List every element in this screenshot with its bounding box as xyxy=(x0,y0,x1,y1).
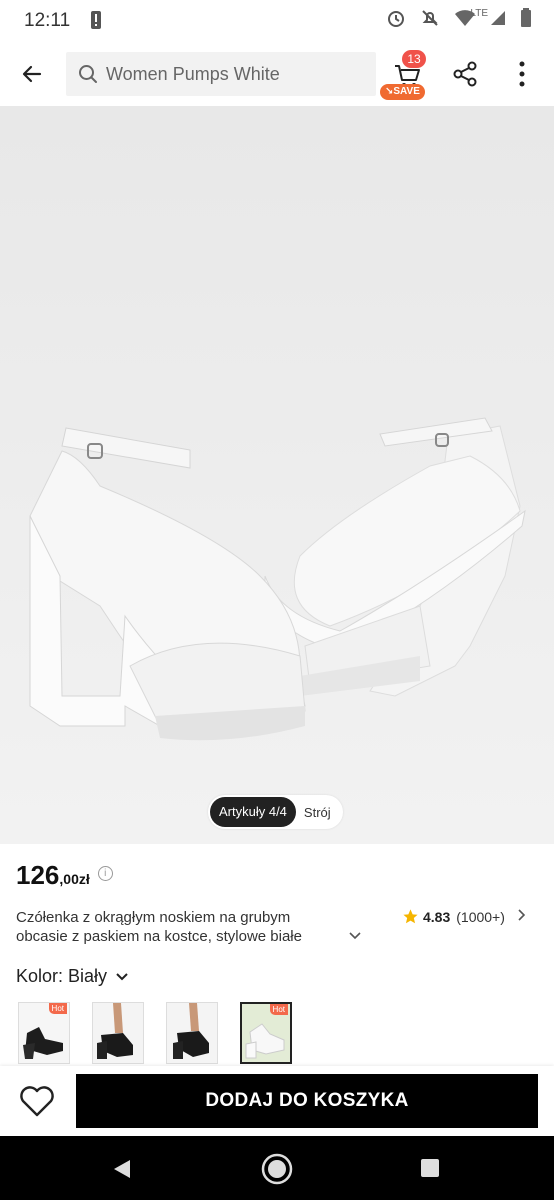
heart-icon xyxy=(20,1086,54,1117)
wishlist-button[interactable] xyxy=(16,1080,58,1122)
star-icon xyxy=(403,909,418,924)
color-thumbnails: Hot Hot xyxy=(18,1002,292,1064)
alert-icon xyxy=(90,10,102,35)
nav-recents-icon[interactable] xyxy=(420,1158,440,1183)
color-thumbnail[interactable]: Hot xyxy=(18,1002,70,1064)
black-shoe-on-foot-thumbnail xyxy=(93,1003,143,1063)
battery-icon xyxy=(520,8,532,33)
cart-count-badge: 13 xyxy=(402,50,426,68)
top-header: Women Pumps White 13 ↘SAVE xyxy=(0,42,554,106)
status-time: 12:11 xyxy=(24,10,71,31)
chevron-right-icon xyxy=(517,908,527,925)
add-to-cart-button[interactable]: DODAJ DO KOSZYKA xyxy=(76,1074,538,1128)
system-nav-bar xyxy=(0,1136,554,1200)
color-selector[interactable]: Kolor: Biały xyxy=(16,966,129,987)
nav-back-icon[interactable] xyxy=(112,1158,132,1185)
hot-badge: Hot xyxy=(269,1004,288,1015)
tab-items-counter[interactable]: Artykuły 4/4 xyxy=(210,797,296,827)
rating-count: (1000+) xyxy=(456,908,505,925)
rating-summary[interactable]: 4.83 (1000+) xyxy=(402,908,527,925)
save-badge: ↘SAVE xyxy=(380,84,425,100)
price: 126 ,00zł i xyxy=(16,860,113,891)
nav-home-icon[interactable] xyxy=(260,1152,294,1191)
more-vertical-icon xyxy=(519,61,525,87)
back-button[interactable] xyxy=(14,56,50,92)
tab-outfit[interactable]: Strój xyxy=(298,805,343,820)
color-thumbnail-selected[interactable]: Hot xyxy=(240,1002,292,1064)
hot-badge: Hot xyxy=(48,1003,67,1014)
search-bar[interactable]: Women Pumps White xyxy=(66,52,376,96)
rating-value: 4.83 xyxy=(423,908,451,925)
mute-icon xyxy=(420,8,440,33)
gallery-tabs: Artykuły 4/4 Strój xyxy=(208,795,343,829)
chevron-down-icon xyxy=(116,972,128,980)
product-title[interactable]: Czółenka z okrągłym noskiem na grubym ob… xyxy=(16,908,346,948)
color-thumbnail[interactable] xyxy=(166,1002,218,1064)
more-options-button[interactable] xyxy=(504,56,540,92)
price-decimal: ,00zł xyxy=(59,871,90,887)
share-icon xyxy=(453,61,477,87)
alarm-icon xyxy=(386,8,406,33)
color-thumbnail[interactable] xyxy=(92,1002,144,1064)
save-label: SAVE xyxy=(393,86,420,97)
chevron-down-icon[interactable] xyxy=(348,928,362,946)
white-platform-pumps-image xyxy=(0,106,554,844)
price-main: 126 xyxy=(16,860,60,890)
signal-icon xyxy=(490,10,506,31)
cart-button[interactable]: 13 ↘SAVE xyxy=(380,50,428,100)
black-shoe-on-foot-thumbnail xyxy=(167,1003,217,1063)
color-label: Kolor: Biały xyxy=(16,966,108,986)
arrow-left-icon xyxy=(22,65,42,83)
info-icon[interactable]: i xyxy=(97,866,113,881)
status-bar: 12:11 LTE xyxy=(0,0,554,42)
bottom-action-bar: DODAJ DO KOSZYKA xyxy=(0,1066,554,1136)
product-image-gallery[interactable]: Artykuły 4/4 Strój xyxy=(0,106,554,844)
search-query: Women Pumps White xyxy=(106,63,280,84)
search-icon xyxy=(79,65,97,83)
status-icons xyxy=(386,8,532,33)
wifi-icon xyxy=(454,9,476,32)
share-button[interactable] xyxy=(446,56,484,92)
